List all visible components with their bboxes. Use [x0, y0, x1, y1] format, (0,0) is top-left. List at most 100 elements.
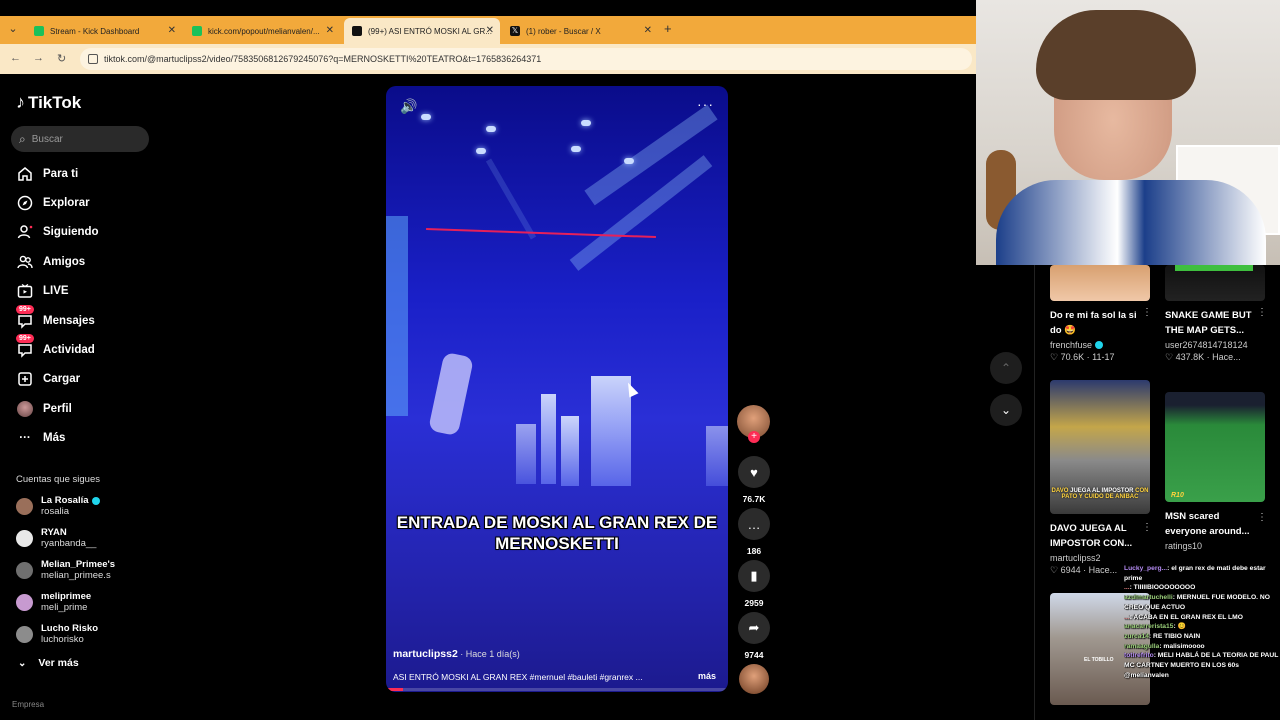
share-action[interactable]: ➦ 9744 — [738, 612, 770, 660]
save-action[interactable]: ▮ 2959 — [738, 560, 770, 608]
more-icon[interactable]: ⋮ — [1142, 307, 1152, 318]
webcam-overlay — [976, 0, 1280, 265]
close-icon[interactable]: ✕ — [644, 25, 652, 36]
tab-kick-popout[interactable]: kick.com/popout/melianvalen/... ✕ — [184, 18, 340, 44]
messages-icon: 99+ — [16, 305, 34, 330]
chevron-down-icon: ⌄ — [18, 657, 27, 669]
nav-mensajes[interactable]: 99+ Mensajes — [16, 305, 95, 331]
more-options-icon[interactable]: ··· — [697, 96, 714, 112]
music-disc-icon[interactable] — [739, 664, 769, 694]
screen: ⌄ Stream - Kick Dashboard ✕ kick.com/pop… — [0, 0, 1280, 720]
nav-mas[interactable]: ··· Más — [16, 428, 65, 448]
address-bar: ← → ↻ tiktok.com/@martuclipss2/video/758… — [0, 44, 976, 74]
reload-icon[interactable]: ↻ — [57, 52, 66, 65]
forward-icon[interactable]: → — [33, 52, 44, 64]
nav-amigos[interactable]: Amigos — [16, 252, 85, 272]
related-video-card[interactable]: Do re mi fa sol la si do 🤩 ⋮ frenchfuse … — [1050, 265, 1154, 363]
related-video-card[interactable]: DAVO JUEGA AL IMPOSTOR CON PATO Y CUIDO D… — [1050, 380, 1154, 576]
tab-kick-dashboard[interactable]: Stream - Kick Dashboard ✕ — [26, 18, 182, 44]
video-thumbnail[interactable]: DAVO JUEGA AL IMPOSTOR CON PATO Y CUIDO D… — [1050, 380, 1150, 514]
kick-icon — [34, 26, 44, 36]
tiktok-logo[interactable]: ♪ TikTok — [16, 92, 81, 113]
tiktok-icon: ♪ — [16, 92, 25, 112]
next-video-button[interactable]: ⌄ — [990, 394, 1022, 426]
more-icon[interactable]: ⋮ — [1142, 522, 1152, 533]
follow-plus-icon[interactable]: + — [748, 431, 760, 443]
nav-actividad[interactable]: 99+ Actividad — [16, 334, 95, 360]
avatar — [16, 497, 33, 515]
video-caption: ENTRADA DE MOSKI AL GRAN REX DE MERNOSKE… — [396, 513, 718, 554]
footer-link[interactable]: Empresa — [12, 700, 44, 709]
more-icon: ··· — [19, 432, 31, 444]
x-icon: 𝕏 — [510, 26, 520, 36]
avatar — [16, 529, 33, 547]
heart-icon[interactable]: ♥ — [738, 456, 770, 488]
upload-icon — [16, 370, 34, 388]
like-action[interactable]: ♥ 76.7K — [738, 456, 770, 504]
comment-action[interactable]: … 186 — [738, 508, 770, 556]
close-icon[interactable]: ✕ — [168, 25, 176, 36]
close-icon[interactable]: ✕ — [326, 25, 334, 36]
tab-search-icon[interactable]: ⌄ — [4, 20, 22, 38]
video-thumbnail[interactable]: R10 — [1165, 392, 1265, 502]
video-description: ASI ENTRÓ MOSKI AL GRAN REX #mernuel #ba… — [393, 672, 643, 682]
search-input[interactable] — [31, 133, 132, 145]
url-field[interactable]: tiktok.com/@martuclipss2/video/758350681… — [80, 48, 972, 70]
volume-icon[interactable]: 🔊 — [400, 98, 417, 115]
avatar — [16, 561, 33, 579]
like-count: 76.7K — [742, 494, 766, 504]
close-icon[interactable]: ✕ — [486, 25, 494, 36]
kick-icon — [192, 26, 202, 36]
related-video-card[interactable]: R10 MSN scared everyone around... ⋮ rati… — [1165, 392, 1269, 551]
following-item[interactable]: meliprimee meli_prime — [16, 591, 91, 613]
chat-message: totirefrito: MELI HABLÁ DE LA TEORIA DE … — [1124, 652, 1279, 679]
nav-cargar[interactable]: Cargar — [16, 369, 80, 389]
nav-siguiendo[interactable]: Siguiendo — [16, 222, 99, 242]
compass-icon — [16, 194, 34, 212]
chat-message: anacarrerista15: 😊 — [1124, 623, 1186, 631]
following-item[interactable]: Melian_Primee's melian_primee.s — [16, 559, 115, 581]
back-icon[interactable]: ← — [10, 52, 21, 64]
video-author[interactable]: martuclipss2 · Hace 1 día(s) — [393, 648, 520, 660]
nav-live[interactable]: LIVE — [16, 281, 69, 301]
nav-explorar[interactable]: Explorar — [16, 193, 90, 213]
tab-x-search[interactable]: 𝕏 (1) rober - Buscar / X ✕ — [502, 18, 658, 44]
following-item[interactable]: La Rosalía rosalia — [16, 495, 100, 517]
more-icon[interactable]: ⋮ — [1257, 307, 1267, 318]
related-video-card[interactable]: SNAKE GAME BUT THE MAP GETS... ⋮ user267… — [1165, 265, 1269, 363]
bookmark-icon[interactable]: ▮ — [738, 560, 770, 592]
activity-icon: 99+ — [16, 334, 34, 359]
tab-tiktok[interactable]: (99+) ASI ENTRÓ MOSKI AL GR... ✕ — [344, 18, 500, 44]
creator-avatar[interactable]: + — [737, 405, 770, 443]
profile-icon — [16, 400, 34, 418]
video-thumbnail[interactable] — [1165, 265, 1265, 301]
more-icon[interactable]: ⋮ — [1257, 512, 1267, 523]
video-player[interactable]: 🔊 ··· ENTRADA DE MOSKI AL GRAN REX DE ME… — [386, 86, 728, 692]
search-icon: ⌕ — [19, 131, 26, 146]
chat-message: zurca14: RE TIBIO NAIN — [1124, 633, 1201, 641]
site-info-icon[interactable] — [88, 54, 98, 64]
chat-message: ...: ACABA EN EL GRAN REX EL LMO — [1124, 613, 1243, 621]
chat-message: ramaagulla: malisimoooo — [1124, 642, 1205, 650]
chat-message: azulmartuchelli: MERNUEL FUE MODELO. NO … — [1124, 594, 1270, 611]
comment-count: 186 — [746, 546, 762, 556]
activity-badge: 99+ — [16, 334, 34, 343]
new-tab-button[interactable]: + — [664, 21, 672, 36]
more-button[interactable]: más — [698, 671, 716, 681]
verified-icon — [91, 496, 100, 505]
progress-fill — [386, 688, 404, 691]
comment-icon[interactable]: … — [738, 508, 770, 540]
messages-badge: 99+ — [16, 305, 34, 314]
video-thumbnail[interactable] — [1050, 265, 1150, 301]
see-more-button[interactable]: ⌄ Ver más — [18, 657, 79, 669]
search-box[interactable]: ⌕ — [11, 126, 149, 152]
following-item[interactable]: RYAN ryanbanda__ — [16, 527, 96, 549]
nav-para-ti[interactable]: Para ti — [16, 164, 78, 184]
share-icon[interactable]: ➦ — [738, 612, 770, 644]
following-item[interactable]: Lucho Risko luchorisko — [16, 623, 98, 645]
verified-icon — [1095, 341, 1104, 350]
sidebar: ♪ TikTok ⌕ Para ti Explorar Siguiendo Am… — [0, 74, 160, 720]
nav-perfil[interactable]: Perfil — [16, 399, 72, 419]
video-progress-bar[interactable] — [386, 688, 728, 691]
previous-video-button[interactable]: ⌃ — [990, 352, 1022, 384]
